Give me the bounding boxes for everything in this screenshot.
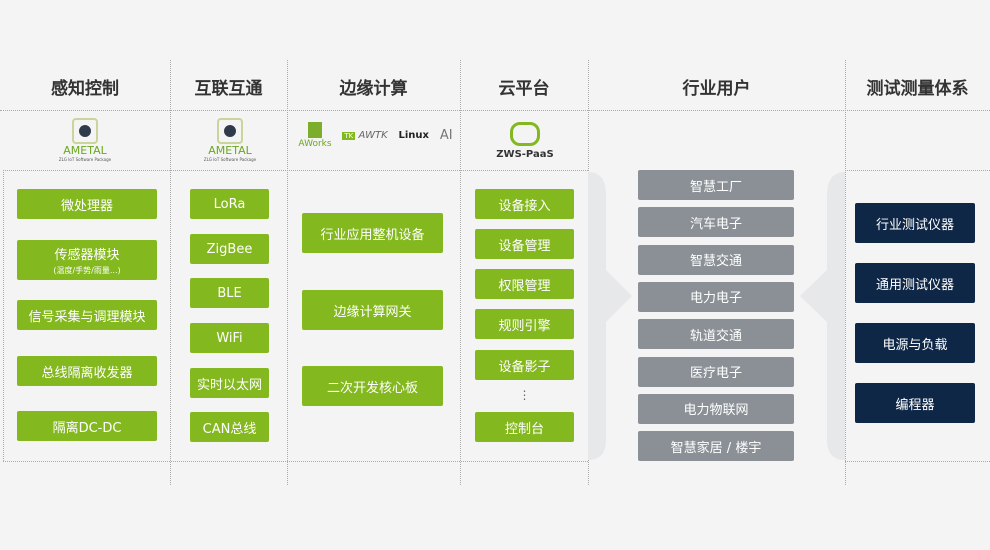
connect-item[interactable]: LoRa — [190, 189, 269, 219]
box-label: LoRa — [213, 196, 246, 212]
box-label: 总线隔离收发器 — [41, 365, 133, 381]
box-label: 医疗电子 — [689, 366, 742, 381]
awtk-logo: TK AWTK — [342, 130, 388, 141]
connect-item[interactable]: BLE — [190, 278, 269, 308]
box-label: 通用测试仪器 — [875, 277, 954, 293]
zws-logo: ZWS-PaaS — [490, 118, 560, 160]
cloud-item[interactable]: 规则引擎 — [475, 309, 574, 339]
industry-item[interactable]: 智慧家居 / 楼宇 — [638, 431, 794, 462]
box-label: 边缘计算网关 — [333, 304, 412, 320]
linux-logo: Linux — [398, 130, 430, 141]
industry-item[interactable]: 电力电子 — [638, 281, 794, 312]
test-item[interactable]: 行业测试仪器 — [855, 203, 975, 243]
box-sublabel: (温度/手势/雨量...) — [53, 266, 121, 275]
cloud-item[interactable]: 权限管理 — [475, 269, 574, 299]
industry-item[interactable]: 医疗电子 — [638, 356, 794, 387]
box-label: BLE — [217, 285, 242, 301]
architecture-diagram: 感知控制 互联互通 边缘计算 云平台 行业用户 测试测量体系 AMETAL ZL… — [0, 0, 990, 550]
box-label: 规则引擎 — [498, 318, 551, 334]
box-label: 传感器模块 — [54, 248, 120, 263]
box-label: 编程器 — [895, 397, 935, 413]
box-label: 汽车电子 — [689, 216, 742, 232]
box-label: 电源与负载 — [882, 337, 948, 353]
ellipsis: ⋮ — [518, 388, 531, 402]
edge-item[interactable]: 边缘计算网关 — [302, 290, 443, 330]
connect-item[interactable]: CAN总线 — [190, 412, 269, 442]
box-label: 电力物联网 — [683, 403, 749, 419]
box-label: 智慧家居 / 楼宇 — [670, 440, 762, 456]
edge-item[interactable]: 二次开发核心板 — [302, 366, 443, 406]
box-label: 行业测试仪器 — [875, 217, 954, 233]
industry-item[interactable]: 智慧交通 — [638, 244, 794, 275]
box-label: 电力电子 — [689, 291, 742, 307]
sensing-item[interactable]: 微处理器 — [17, 189, 157, 219]
right-arrow-icon — [588, 172, 632, 460]
box-label: 轨道交通 — [689, 328, 742, 344]
industry-item[interactable]: 电力物联网 — [638, 393, 794, 424]
ametal-logo: AMETAL ZLG IoT Software Package — [195, 118, 265, 162]
box-label: 智慧交通 — [689, 254, 742, 270]
box-label: ZigBee — [206, 241, 253, 257]
edge-logos: AWorks TK AWTK Linux AI — [293, 122, 458, 149]
sensing-item[interactable]: 总线隔离收发器 — [17, 356, 157, 386]
box-label: 二次开发核心板 — [326, 380, 418, 396]
connect-item[interactable]: WiFi — [190, 323, 269, 353]
edge-item[interactable]: 行业应用整机设备 — [302, 213, 443, 253]
test-item[interactable]: 电源与负载 — [855, 323, 975, 363]
test-item[interactable]: 通用测试仪器 — [855, 263, 975, 303]
box-label: 设备管理 — [498, 238, 551, 254]
box-label: 实时以太网 — [196, 377, 262, 393]
box-label: 设备接入 — [498, 198, 551, 214]
box-label: 设备影子 — [498, 359, 551, 375]
left-arrow-icon — [800, 172, 845, 460]
box-label: 行业应用整机设备 — [320, 227, 425, 243]
cloud-item[interactable]: 设备影子 — [475, 350, 574, 380]
sensing-item[interactable]: 信号采集与调理模块 — [17, 300, 157, 330]
cloud-item[interactable]: 设备接入 — [475, 189, 574, 219]
box-label: 智慧工厂 — [689, 179, 742, 195]
industry-item[interactable]: 轨道交通 — [638, 319, 794, 350]
box-label: 权限管理 — [498, 278, 551, 294]
sensing-item[interactable]: 隔离DC-DC — [17, 411, 157, 441]
cloud-item[interactable]: 控制台 — [475, 412, 574, 442]
aworks-logo: AWorks — [298, 122, 332, 149]
ametal-logo: AMETAL ZLG IoT Software Package — [50, 118, 120, 162]
ai-logo: AI — [439, 128, 453, 143]
industry-item[interactable]: 智慧工厂 — [638, 170, 794, 200]
sensing-item[interactable]: 传感器模块 (温度/手势/雨量...) — [17, 240, 157, 280]
box-label: WiFi — [216, 330, 243, 346]
box-label: 信号采集与调理模块 — [28, 309, 146, 325]
test-item[interactable]: 编程器 — [855, 383, 975, 423]
cloud-item[interactable]: 设备管理 — [475, 229, 574, 259]
connect-item[interactable]: 实时以太网 — [190, 368, 269, 398]
connect-item[interactable]: ZigBee — [190, 234, 269, 264]
box-label: CAN总线 — [202, 421, 257, 437]
box-label: 隔离DC-DC — [52, 420, 122, 436]
box-label: 微处理器 — [60, 198, 113, 214]
industry-item[interactable]: 汽车电子 — [638, 207, 794, 238]
box-label: 控制台 — [504, 421, 544, 437]
